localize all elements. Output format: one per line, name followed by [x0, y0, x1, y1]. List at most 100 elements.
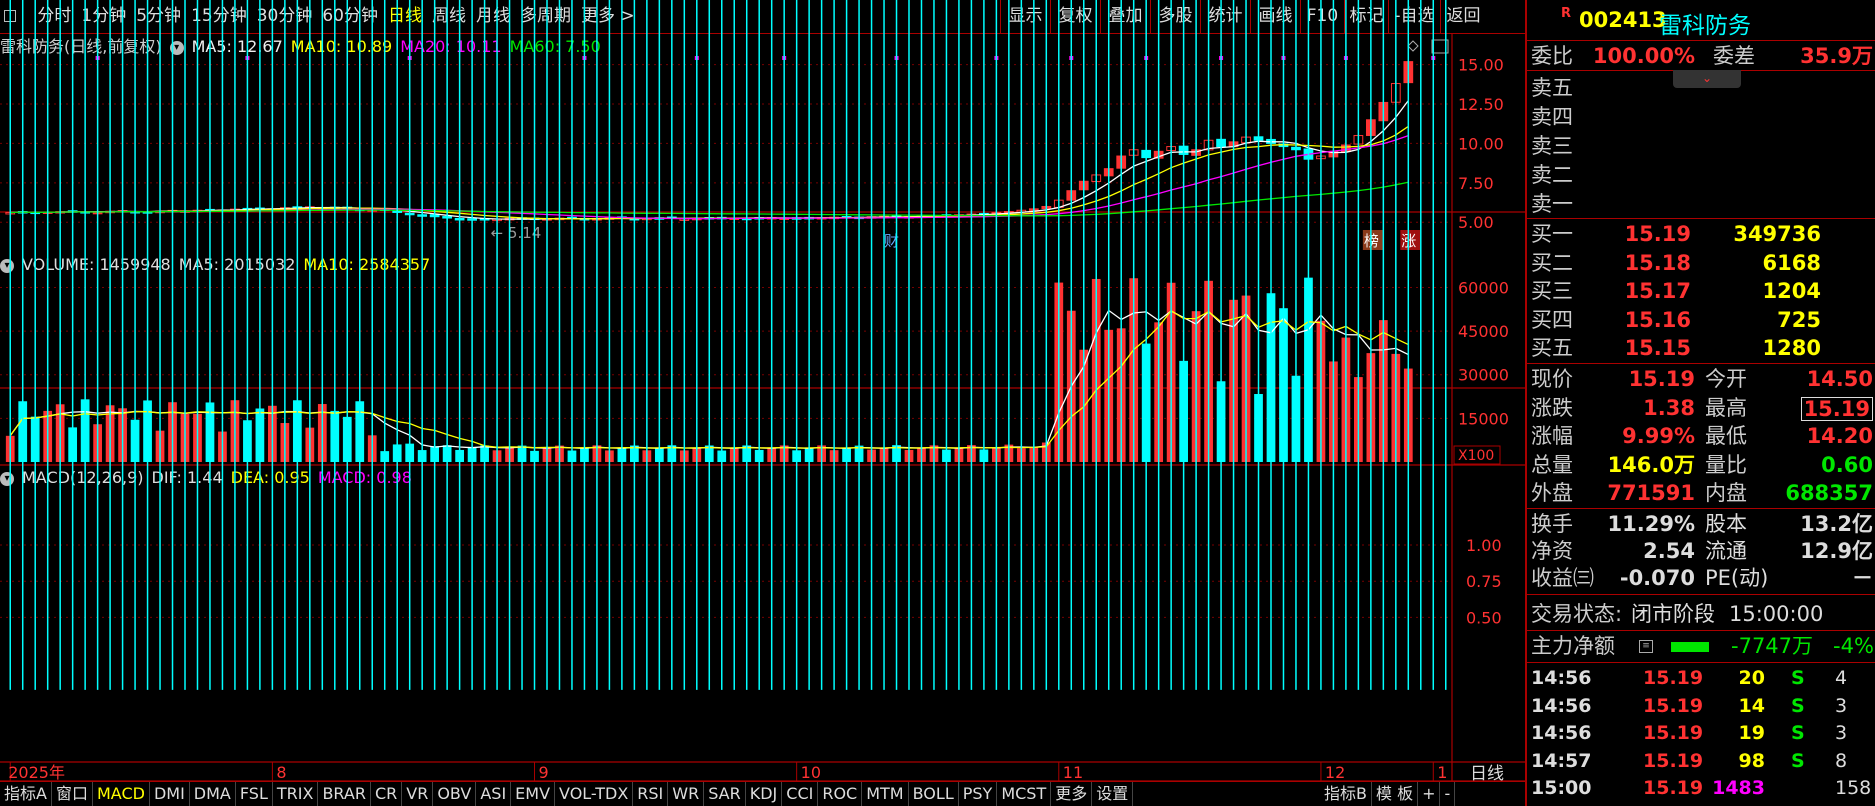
bid-volume: 349736: [1733, 222, 1821, 246]
bid-row[interactable]: 买四 15.16 725: [1531, 306, 1873, 334]
tick-count: 3: [1835, 722, 1848, 744]
tick-row: 15:00 15.19 1483 158: [1531, 774, 1873, 802]
fundamental-value: 2.54: [1643, 539, 1695, 563]
indicator-tab[interactable]: KDJ: [746, 782, 783, 806]
bid-volume: 6168: [1762, 250, 1821, 275]
stat-row: 总量 146.0万 量比 0.60: [1531, 451, 1873, 479]
tick-time: 14:56: [1531, 694, 1592, 717]
bid-price: 15.15: [1624, 336, 1691, 360]
ask-row: 卖四: [1531, 103, 1873, 131]
indicator-tab[interactable]: MACD: [93, 782, 150, 806]
fundamental-label: PE(动): [1705, 566, 1769, 590]
indicator-tab[interactable]: ASI: [476, 782, 512, 806]
indicator-tab[interactable]: MCST: [997, 782, 1052, 806]
date-tick-label: 12: [1325, 763, 1345, 781]
stat-label: 最低: [1705, 424, 1747, 448]
stat-value: 15.19: [1800, 396, 1873, 421]
main-net-row: 主力净额 ≡ -7747万 -4%: [1531, 632, 1874, 660]
ask-row: 卖五: [1531, 74, 1873, 102]
stat-value: 14.50: [1806, 367, 1873, 391]
indicator-tab[interactable]: WR: [668, 782, 705, 806]
fundamental-value: 12.9亿: [1800, 539, 1873, 563]
fundamental-row: 换手 11.29% 股本 13.2亿: [1531, 510, 1873, 538]
main-net-info-icon[interactable]: ≡: [1639, 640, 1653, 653]
tick-price: 15.19: [1643, 749, 1704, 772]
date-tick-label: 9: [539, 763, 549, 781]
ask-row: 卖三: [1531, 132, 1873, 160]
bid-label: 买三: [1531, 279, 1573, 303]
volume-tick-label: 15000: [1458, 409, 1509, 428]
stat-label: 今开: [1705, 367, 1747, 391]
diamond-icon[interactable]: [1407, 40, 1419, 52]
volume-tick-label: 30000: [1458, 366, 1509, 385]
stat-label: 现价: [1531, 367, 1573, 391]
indicator-tab[interactable]: TRIX: [273, 782, 319, 806]
indicator-tab[interactable]: VOL-TDX: [555, 782, 634, 806]
tick-row: 14:56 15.19 20 S 4: [1531, 664, 1873, 692]
fundamental-label: 收益㈢: [1531, 566, 1594, 590]
bid-row[interactable]: 买二 15.18 6168: [1531, 249, 1873, 277]
tick-price: 15.19: [1643, 694, 1704, 717]
status-value: 闭市阶段: [1631, 602, 1715, 626]
indicator-tab[interactable]: 指标A: [0, 782, 52, 806]
tick-count: 4: [1835, 667, 1848, 689]
indicator-tab[interactable]: SAR: [704, 782, 746, 806]
indicator-tab[interactable]: OBV: [433, 782, 477, 806]
indicator-tab[interactable]: VR: [402, 782, 434, 806]
bid-label: 买二: [1531, 250, 1573, 275]
indicator-tab[interactable]: 设置: [1092, 782, 1134, 806]
tick-count: 158: [1835, 777, 1872, 799]
date-tick-label: 10: [801, 763, 821, 781]
tick-volume: 14: [1738, 694, 1765, 717]
fundamental-row: 净资 2.54 流通 12.9亿: [1531, 537, 1873, 565]
stat-value: 0.60: [1821, 452, 1873, 477]
stock-name: 雷科防务: [1659, 13, 1751, 39]
tick-volume: 1483: [1712, 777, 1765, 799]
chart-area[interactable]: 分时 1分钟 5分钟 15分钟 30分钟 60分钟 日线 周线 月线 多周期 更多 > 显示 复权 叠加…: [0, 0, 1525, 806]
stat-value: 688357: [1785, 481, 1873, 505]
indicator-tab[interactable]: BOLL: [909, 782, 959, 806]
stat-label: 最高: [1705, 395, 1747, 420]
bid-row[interactable]: 买三 15.17 1204: [1531, 277, 1873, 305]
fundamental-label: 净资: [1531, 539, 1573, 563]
indicator-b-tab[interactable]: +: [1418, 782, 1441, 806]
tick-side: S: [1791, 667, 1805, 689]
tick-count: 8: [1835, 749, 1848, 772]
stat-value: 1.38: [1643, 395, 1695, 420]
main-net-pct: -4%: [1833, 634, 1874, 658]
trade-status-row: 交易状态: 闭市阶段 15:00:00: [1531, 600, 1873, 628]
indicator-tab[interactable]: RSI: [633, 782, 669, 806]
indicator-b-tab[interactable]: -: [1440, 782, 1456, 806]
bid-row[interactable]: 买一 15.19 349736: [1531, 220, 1873, 248]
indicator-tab[interactable]: MTM: [862, 782, 909, 806]
stock-code: 002413: [1579, 8, 1667, 32]
indicator-tab[interactable]: CR: [371, 782, 403, 806]
indicator-tab[interactable]: DMA: [190, 782, 236, 806]
indicator-tab[interactable]: PSY: [959, 782, 998, 806]
tick-side: S: [1791, 749, 1805, 772]
price-tick-label: 15.00: [1458, 56, 1504, 75]
indicator-tab[interactable]: DMI: [150, 782, 190, 806]
indicator-tab[interactable]: EMV: [511, 782, 556, 806]
tick-volume: 98: [1738, 749, 1765, 772]
tick-row: 14:57 15.19 98 S 8: [1531, 747, 1873, 775]
indicator-tab[interactable]: BRAR: [318, 782, 371, 806]
stat-value: 146.0万: [1607, 452, 1695, 477]
fundamental-label: 股本: [1705, 512, 1747, 536]
indicator-tab[interactable]: CCI: [782, 782, 819, 806]
weicha-value: 35.9万: [1800, 44, 1873, 68]
kline-chart[interactable]: 15.0012.5010.007.505.0015.19← 5.14财榜涨600…: [0, 0, 1525, 781]
stat-value: 9.99%: [1622, 424, 1695, 448]
indicator-tab[interactable]: 窗口: [52, 782, 93, 806]
indicator-tab[interactable]: 更多: [1051, 782, 1093, 806]
macd-tick-label: 0.50: [1466, 608, 1502, 627]
price-tick-label: 10.00: [1458, 134, 1504, 153]
bid-row[interactable]: 买五 15.15 1280: [1531, 334, 1873, 362]
indicator-b-tab[interactable]: 指标B: [1320, 782, 1372, 806]
indicator-tab[interactable]: FSL: [236, 782, 273, 806]
weicha-label: 委差: [1713, 44, 1755, 68]
indicator-b-tab[interactable]: 模 板: [1372, 782, 1419, 806]
status-time: 15:00:00: [1729, 602, 1824, 626]
bid-label: 买四: [1531, 307, 1573, 332]
indicator-tab[interactable]: ROC: [818, 782, 863, 806]
